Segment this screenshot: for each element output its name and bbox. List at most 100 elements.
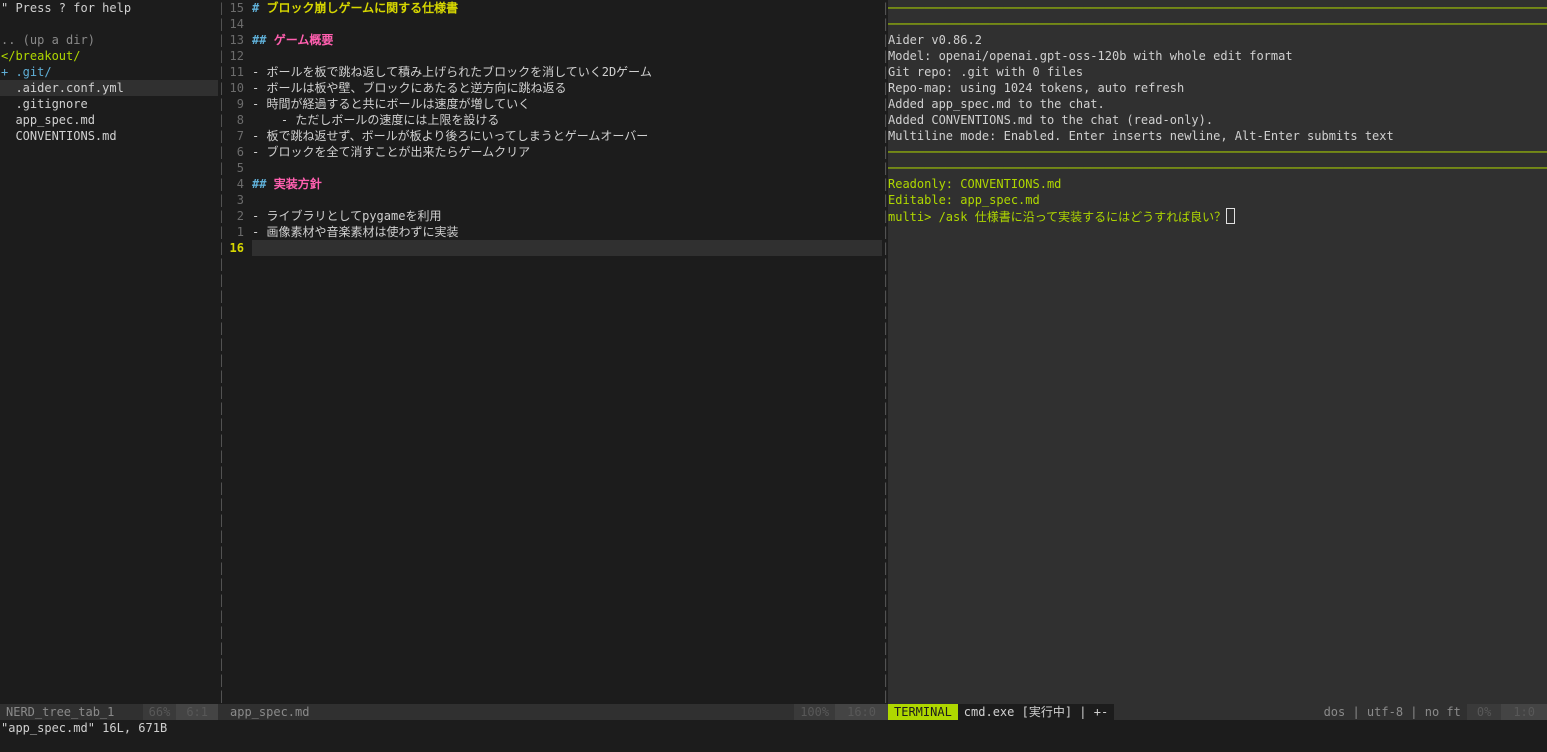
line-text: - 板で跳ね返せず、ボールが板より後ろにいってしまうとゲームオーバー — [252, 129, 649, 143]
editor-empty-line — [222, 528, 882, 544]
editor-empty-line — [222, 256, 882, 272]
editor-line[interactable]: 4 ## 実装方針 — [222, 176, 882, 192]
line-text: - ボールは板や壁、ブロックにあたると逆方向に跳ね返る — [252, 81, 567, 95]
line-number: 3 — [236, 193, 244, 207]
terminal-output-line: Editable: app_spec.md — [888, 193, 1040, 207]
editor-line[interactable]: 12 — [222, 48, 882, 64]
line-number: 9 — [236, 97, 244, 111]
line-text: - ただしボールの速度には上限を設ける — [252, 113, 500, 127]
editor-pane[interactable]: 15 # ブロック崩しゲームに関する仕様書 14 13 ## ゲーム概要 12 11- ボー… — [222, 0, 882, 704]
editor-empty-line — [222, 304, 882, 320]
line-text: # ブロック崩しゲームに関する仕様書 — [252, 0, 882, 16]
line-number: 16 — [222, 240, 252, 256]
terminal-prompt[interactable]: multi> /ask 仕様書に沿って実装するにはどうすれば良い？ — [888, 208, 1547, 224]
line-text: - ボールを板で跳ね返して積み上げられたブロックを消していく2Dゲーム — [252, 65, 652, 79]
nerdtree-pane[interactable]: " Press ? for help .. (up a dir) </break… — [0, 0, 218, 704]
editor-empty-line — [222, 560, 882, 576]
terminal-prompt-text: multi> /ask 仕様書に沿って実装するにはどうすれば良い？ — [888, 210, 1227, 224]
vim-window: " Press ? for help .. (up a dir) </break… — [0, 0, 1547, 752]
heading-text: ブロック崩しゲームに関する仕様書 — [266, 1, 459, 15]
line-number: 4 — [236, 177, 244, 191]
editor-statusline: app_spec.md 100% 16:0 — [218, 704, 888, 720]
line-text: - 時間が経過すると共にボールは速度が増していく — [252, 97, 531, 111]
heading-marker: # — [252, 1, 267, 15]
nerdtree-item-app-spec[interactable]: app_spec.md — [0, 112, 218, 128]
editor-empty-line — [222, 656, 882, 672]
statusline-mode-badge: TERMINAL — [888, 704, 958, 720]
statusline-position: 16:0 — [835, 704, 888, 720]
line-text — [252, 48, 882, 64]
line-number: 13 — [229, 33, 244, 47]
editor-empty-line — [222, 496, 882, 512]
editor-empty-line — [222, 672, 882, 688]
editor-line[interactable]: 2 - ライブラリとしてpygameを利用 — [222, 208, 882, 224]
nerdtree-item-aider-conf[interactable]: .aider.conf.yml — [0, 80, 218, 96]
heading-marker: ## — [252, 33, 274, 47]
command-line-message: "app_spec.md" 16L, 671B — [1, 721, 168, 735]
editor-line[interactable]: 15 # ブロック崩しゲームに関する仕様書 — [222, 0, 882, 16]
editor-empty-line — [222, 576, 882, 592]
heading-marker: ## — [252, 177, 274, 191]
terminal-output-line: Multiline mode: Enabled. Enter inserts n… — [888, 129, 1394, 143]
editor-line[interactable]: 14 — [222, 16, 882, 32]
editor-empty-line — [222, 608, 882, 624]
command-line[interactable]: "app_spec.md" 16L, 671B — [0, 720, 1547, 752]
editor-line[interactable]: 10 - ボールは板や壁、ブロックにあたると逆方向に跳ね返る — [222, 80, 882, 96]
editor-line[interactable]: 11 - ボールを板で跳ね返して積み上げられたブロックを消していく2Dゲーム — [222, 64, 882, 80]
terminal-output-line: Added CONVENTIONS.md to the chat (read-o… — [888, 113, 1214, 127]
editor-empty-line — [222, 272, 882, 288]
editor-line[interactable]: 1 - 画像素材や音楽素材は使わずに実装 — [222, 224, 882, 240]
editor-empty-line — [222, 624, 882, 640]
line-text — [252, 192, 882, 208]
nerdtree-statusline: NERD_tree_tab_1 66% 6:1 — [0, 704, 218, 720]
terminal-rule: ────────────────────────────────────────… — [888, 145, 1547, 159]
editor-current-line[interactable]: 16 — [222, 240, 882, 256]
statusline-position: 6:1 — [176, 704, 218, 720]
line-number: 1 — [236, 225, 244, 239]
editor-empty-line — [222, 416, 882, 432]
statusline-percent: 100% — [794, 704, 836, 720]
terminal-output-line: Git repo: .git with 0 files — [888, 65, 1084, 79]
editor-empty-line — [222, 512, 882, 528]
editor-line[interactable]: 13 ## ゲーム概要 — [222, 32, 882, 48]
editor-empty-line — [222, 592, 882, 608]
terminal-statusline: TERMINAL cmd.exe [実行中] | +- dos | utf-8 … — [888, 704, 1547, 720]
editor-empty-line — [222, 400, 882, 416]
editor-empty-line — [222, 432, 882, 448]
statusline-percent: 0% — [1466, 704, 1502, 720]
line-number: 8 — [236, 113, 244, 127]
line-text: ## ゲーム概要 — [252, 32, 882, 48]
terminal-output-line: Repo-map: using 1024 tokens, auto refres… — [888, 81, 1185, 95]
editor-line[interactable]: 9 - 時間が経過すると共にボールは速度が増していく — [222, 96, 882, 112]
editor-line[interactable]: 6 - ブロックを全て消すことが出来たらゲームクリア — [222, 144, 882, 160]
line-text: - 画像素材や音楽素材は使わずに実装 — [252, 225, 459, 239]
nerdtree-root-dir[interactable]: </breakout/ — [0, 48, 218, 64]
statusline-terminal-name: cmd.exe [実行中] | +- — [957, 704, 1115, 720]
nerdtree-item-conventions[interactable]: CONVENTIONS.md — [0, 128, 218, 144]
line-number: 7 — [236, 129, 244, 143]
nerdtree-item-gitignore[interactable]: .gitignore — [0, 96, 218, 112]
nerdtree-up-dir[interactable]: .. (up a dir) — [0, 32, 218, 48]
nerdtree-item-git[interactable]: + .git/ — [0, 64, 218, 80]
editor-empty-line — [222, 448, 882, 464]
heading-text: 実装方針 — [273, 177, 322, 191]
line-number: 14 — [229, 17, 244, 31]
editor-empty-line — [222, 368, 882, 384]
editor-empty-line — [222, 336, 882, 352]
editor-line[interactable]: 3 — [222, 192, 882, 208]
line-number: 2 — [236, 209, 244, 223]
editor-empty-line — [222, 464, 882, 480]
editor-empty-line — [222, 544, 882, 560]
editor-line[interactable]: 5 — [222, 160, 882, 176]
terminal-rule: ────────────────────────────────────────… — [888, 1, 1547, 15]
line-text: - ライブラリとしてpygameを利用 — [252, 209, 442, 223]
statusline-file-info: dos | utf-8 | no ft — [1323, 705, 1461, 719]
editor-empty-line — [222, 320, 882, 336]
statusline-percent: 66% — [142, 704, 177, 720]
line-text: - ブロックを全て消すことが出来たらゲームクリア — [252, 145, 531, 159]
editor-empty-line — [222, 688, 882, 704]
editor-line[interactable]: 7 - 板で跳ね返せず、ボールが板より後ろにいってしまうとゲームオーバー — [222, 128, 882, 144]
editor-line[interactable]: 8 - ただしボールの速度には上限を設ける — [222, 112, 882, 128]
terminal-pane[interactable]: ────────────────────────────────────────… — [888, 0, 1547, 704]
